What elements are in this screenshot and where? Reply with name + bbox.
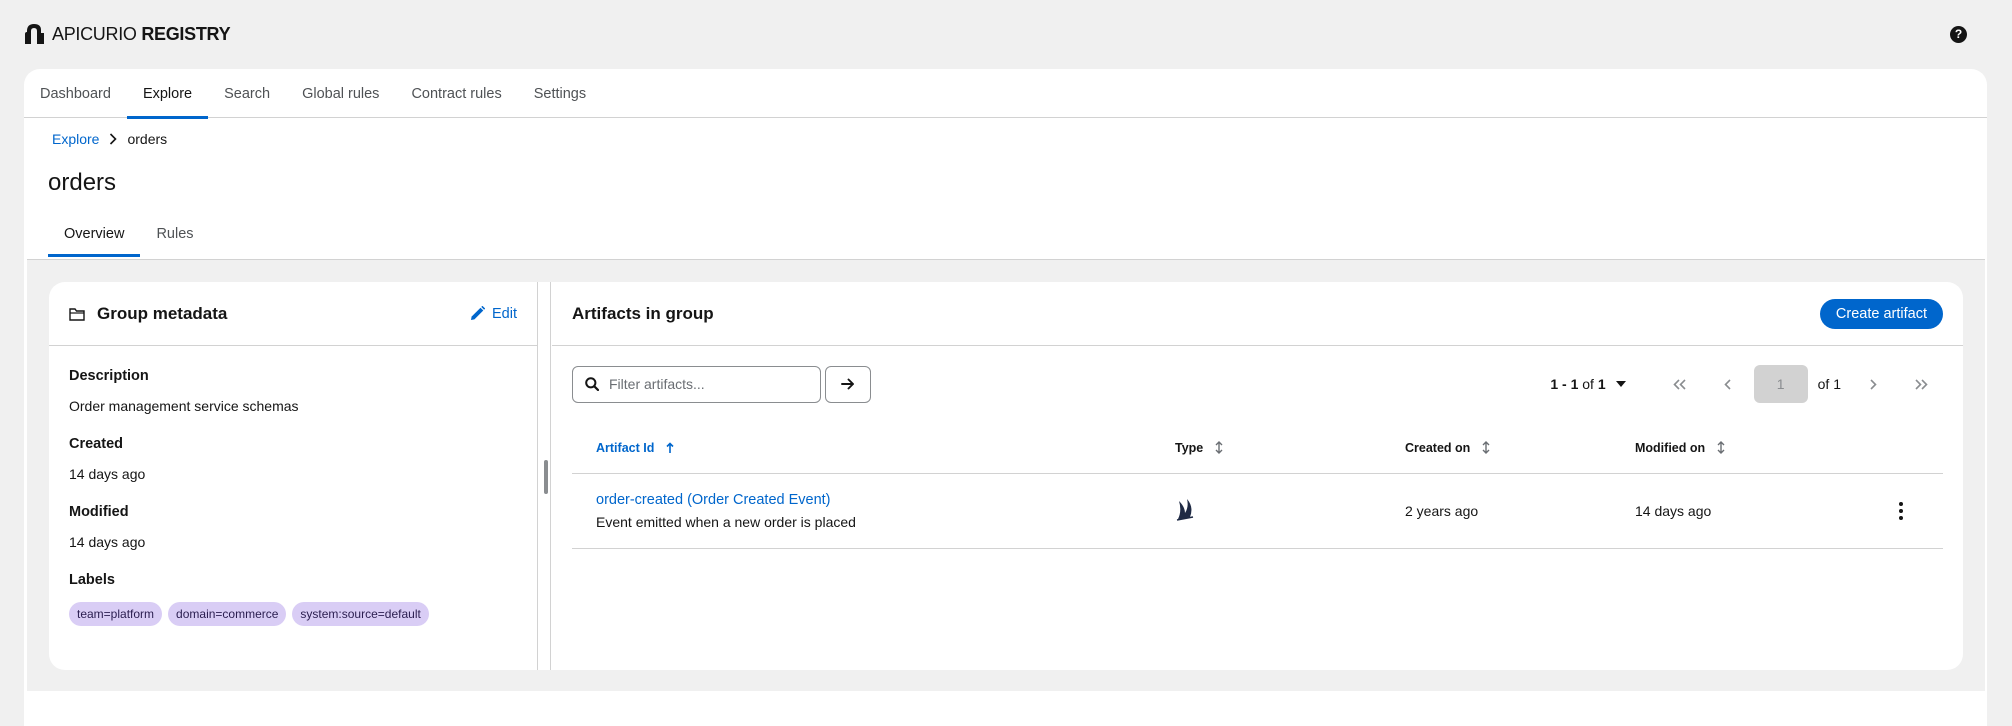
page-title: orders — [48, 169, 117, 196]
masthead: APICURIO REGISTRY ? — [0, 0, 2012, 68]
chevron-right-icon — [110, 133, 118, 145]
table-row: order-created (Order Created Event) Even… — [572, 474, 1943, 549]
nav-tabs: Dashboard Explore Search Global rules Co… — [24, 69, 1987, 119]
double-chevron-left-icon — [1673, 378, 1686, 390]
row-actions-cell — [1865, 502, 1943, 520]
labels-list: team=platform domain=commerce system:sou… — [69, 602, 517, 626]
modified-value: 14 days ago — [69, 534, 146, 550]
label-chip: system:source=default — [292, 602, 429, 626]
artifacts-table: Artifact Id Type Created on Modified on … — [572, 422, 1943, 549]
sort-icon — [1215, 441, 1223, 454]
tab-rules[interactable]: Rules — [140, 211, 209, 257]
caret-down-icon — [1615, 381, 1626, 387]
label-chip: team=platform — [69, 602, 163, 626]
column-artifact-id[interactable]: Artifact Id — [572, 441, 1175, 455]
overview-content: Group metadata Edit Description Order ma… — [27, 259, 1985, 691]
labels-label: Labels — [69, 572, 115, 588]
last-page-button[interactable] — [1899, 366, 1943, 402]
created-label: Created — [69, 436, 123, 452]
brand-logo-link[interactable]: APICURIO REGISTRY — [24, 22, 231, 46]
asyncapi-icon — [1176, 498, 1194, 521]
arrow-right-icon — [841, 378, 854, 390]
tab-overview[interactable]: Overview — [48, 211, 141, 257]
column-modified-label: Modified on — [1635, 440, 1706, 455]
artifacts-header: Artifacts in group Create artifact — [552, 282, 1963, 346]
artifact-id-cell: order-created (Order Created Event) Even… — [572, 492, 1175, 530]
breadcrumb-explore-link[interactable]: Explore — [52, 131, 99, 147]
table-header: Artifact Id Type Created on Modified on — [572, 422, 1943, 474]
breadcrumb: Explore orders — [52, 131, 167, 147]
label-chip: domain=commerce — [168, 602, 287, 626]
column-created-on[interactable]: Created on — [1405, 441, 1635, 455]
next-page-button[interactable] — [1851, 366, 1895, 402]
sort-ascending-icon — [666, 441, 674, 453]
pencil-icon — [471, 306, 485, 320]
group-metadata-header: Group metadata Edit — [49, 282, 537, 346]
artifacts-panel: Artifacts in group Create artifact Filte… — [552, 282, 1963, 670]
edit-metadata-button[interactable]: Edit — [470, 306, 517, 322]
sort-icon — [1717, 441, 1725, 454]
artifact-type-cell — [1175, 497, 1405, 526]
first-page-button[interactable] — [1658, 366, 1702, 402]
artifact-created-cell: 2 years ago — [1405, 503, 1479, 519]
apicurio-logo-icon — [25, 24, 44, 44]
artifact-modified-cell: 14 days ago — [1635, 503, 1712, 519]
artifacts-title: Artifacts in group — [572, 303, 714, 323]
tab-dashboard[interactable]: Dashboard — [24, 69, 127, 118]
resize-handle[interactable] — [544, 460, 548, 494]
column-artifact-id-label: Artifact Id — [596, 440, 655, 455]
group-metadata-title: Group metadata — [69, 304, 227, 324]
column-type[interactable]: Type — [1175, 441, 1405, 455]
overview-card: Group metadata Edit Description Order ma… — [49, 282, 1963, 670]
filter-artifacts-input[interactable] — [609, 376, 799, 392]
page-number-input[interactable] — [1753, 365, 1808, 403]
modified-label: Modified — [69, 504, 129, 520]
chevron-left-icon — [1724, 378, 1731, 390]
pagination-count-toggle[interactable]: 1 - 1 of 1 — [1550, 376, 1626, 392]
tab-explore[interactable]: Explore — [126, 69, 209, 119]
column-created-label: Created on — [1405, 440, 1471, 455]
created-value: 14 days ago — [69, 466, 146, 482]
chevron-right-icon — [1870, 378, 1877, 390]
main-card: Dashboard Explore Search Global rules Co… — [24, 69, 1987, 726]
help-icon[interactable]: ? — [1950, 25, 1967, 43]
tab-settings[interactable]: Settings — [518, 69, 602, 118]
breadcrumb-current: orders — [127, 131, 168, 147]
artifact-description: Event emitted when a new order is placed — [596, 514, 856, 530]
pagination: 1 - 1 of 1 of 1 — [1550, 365, 1943, 403]
filter-group — [572, 365, 871, 403]
page-total: of 1 — [1817, 376, 1841, 392]
artifacts-toolbar: 1 - 1 of 1 of 1 — [552, 346, 1963, 422]
description-value: Order management service schemas — [69, 398, 299, 414]
column-type-label: Type — [1175, 440, 1204, 455]
brand-name: APICURIO REGISTRY — [52, 23, 231, 44]
group-metadata-title-text: Group metadata — [97, 303, 228, 323]
metadata-body: Description Order management service sch… — [49, 346, 537, 648]
kebab-menu-icon[interactable] — [1899, 502, 1903, 520]
description-label: Description — [69, 368, 149, 384]
filter-box[interactable] — [572, 365, 821, 403]
tab-contract-rules[interactable]: Contract rules — [395, 69, 517, 118]
group-metadata-panel: Group metadata Edit Description Order ma… — [49, 282, 538, 670]
tab-global-rules[interactable]: Global rules — [286, 69, 395, 118]
previous-page-button[interactable] — [1706, 366, 1750, 402]
search-icon — [585, 377, 599, 391]
edit-label: Edit — [492, 305, 517, 322]
tab-search[interactable]: Search — [208, 69, 286, 118]
panel-resize-splitter[interactable] — [540, 282, 551, 670]
filter-submit-button[interactable] — [825, 365, 871, 403]
group-sub-tabs: Overview Rules — [48, 211, 210, 257]
artifact-link[interactable]: order-created (Order Created Event) — [596, 492, 1175, 508]
sort-icon — [1482, 441, 1490, 454]
folder-icon — [69, 307, 85, 321]
create-artifact-button[interactable]: Create artifact — [1819, 298, 1943, 329]
column-modified-on[interactable]: Modified on — [1635, 441, 1865, 455]
double-chevron-right-icon — [1915, 378, 1928, 390]
pagination-count: 1 - 1 of 1 — [1550, 376, 1606, 392]
